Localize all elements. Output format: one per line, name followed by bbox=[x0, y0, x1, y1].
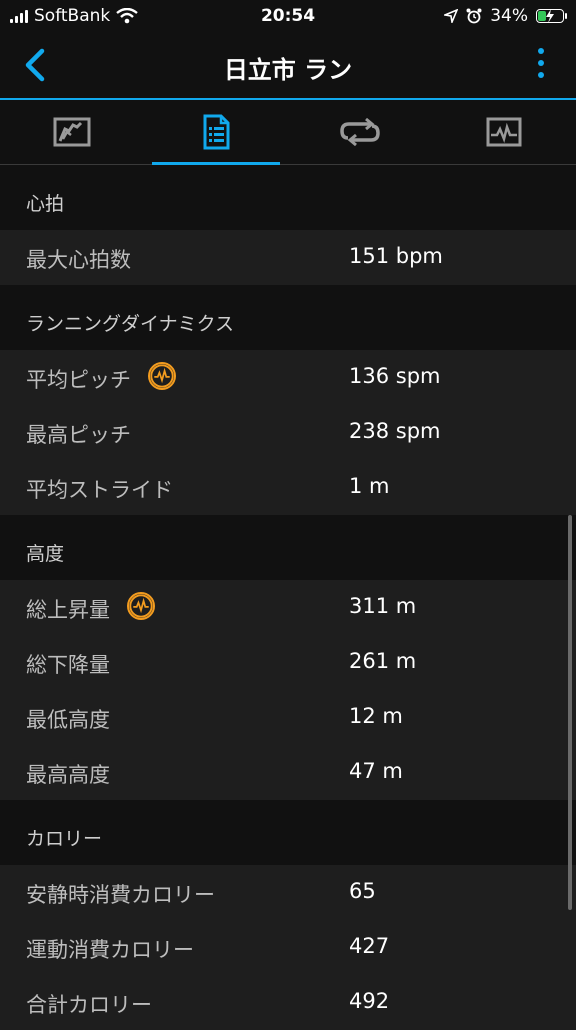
document-list-icon bbox=[203, 114, 230, 150]
row-value: 492 bbox=[349, 989, 390, 1013]
list-item: 運動消費カロリー 427 bbox=[0, 920, 576, 975]
list-item: 最高高度 47 m bbox=[0, 745, 576, 800]
row-label: 最低高度 bbox=[26, 708, 110, 732]
list-item: 最低高度 12 m bbox=[0, 690, 576, 745]
location-arrow-icon bbox=[444, 9, 459, 23]
chart-icon bbox=[486, 117, 522, 147]
tab-details[interactable] bbox=[144, 100, 288, 165]
tab-bar bbox=[0, 100, 576, 165]
row-value: 65 bbox=[349, 879, 376, 903]
battery-icon bbox=[536, 9, 567, 23]
list-item: 最大心拍数 151 bpm bbox=[0, 230, 576, 285]
list-item: 最高ピッチ 238 spm bbox=[0, 405, 576, 460]
row-value: 238 spm bbox=[349, 419, 441, 443]
row-label: 平均ピッチ bbox=[26, 368, 131, 392]
row-label: 最高ピッチ bbox=[26, 423, 131, 447]
row-label: 総下降量 bbox=[26, 653, 110, 677]
section-calories-title: カロリー bbox=[0, 800, 576, 865]
row-label: 最高高度 bbox=[26, 763, 110, 787]
section-elevation-title: 高度 bbox=[0, 515, 576, 580]
row-label: 総上昇量 bbox=[26, 598, 110, 622]
list-item: 平均ピッチ 136 spm bbox=[0, 350, 576, 405]
list-item: 平均ストライド 1 m bbox=[0, 460, 576, 515]
list-item: 安静時消費カロリー 65 bbox=[0, 865, 576, 920]
tab-map[interactable] bbox=[0, 100, 144, 164]
row-value: 12 m bbox=[349, 704, 403, 728]
charging-bolt-icon bbox=[546, 9, 554, 23]
page-title: 日立市 ラン bbox=[223, 56, 353, 84]
alarm-icon bbox=[466, 8, 482, 24]
battery-percent: 34% bbox=[490, 6, 528, 26]
row-label: 安静時消費カロリー bbox=[26, 883, 215, 907]
row-value: 427 bbox=[349, 934, 390, 958]
row-value: 151 bpm bbox=[349, 244, 443, 268]
activity-pulse-icon[interactable] bbox=[127, 592, 155, 620]
list-item: 総下降量 261 m bbox=[0, 635, 576, 690]
row-value: 1 m bbox=[349, 474, 390, 498]
scrollbar[interactable] bbox=[568, 515, 572, 910]
status-bar: SoftBank 20:54 34% bbox=[0, 0, 576, 34]
row-label: 最大心拍数 bbox=[26, 248, 131, 272]
list-item: 総上昇量 311 m bbox=[0, 580, 576, 635]
tab-charts[interactable] bbox=[432, 100, 576, 164]
tab-laps[interactable] bbox=[288, 100, 432, 164]
row-value: 311 m bbox=[349, 594, 417, 618]
navigation-bar: 日立市 ラン bbox=[0, 34, 576, 100]
laps-loop-icon bbox=[340, 118, 380, 146]
more-menu-icon[interactable] bbox=[536, 48, 546, 82]
map-icon bbox=[53, 117, 91, 147]
row-label: 合計カロリー bbox=[26, 993, 152, 1017]
row-value: 136 spm bbox=[349, 364, 441, 388]
details-list: 心拍 最大心拍数 151 bpm ランニングダイナミクス 平均ピッチ 136 s… bbox=[0, 165, 576, 1030]
section-dynamics-title: ランニングダイナミクス bbox=[0, 285, 576, 350]
row-label: 平均ストライド bbox=[26, 478, 173, 502]
list-item: 合計カロリー 492 bbox=[0, 975, 576, 1030]
status-right: 34% bbox=[444, 6, 567, 26]
activity-pulse-icon[interactable] bbox=[148, 362, 176, 390]
section-heart-title: 心拍 bbox=[0, 165, 576, 230]
row-label: 運動消費カロリー bbox=[26, 938, 194, 962]
row-value: 47 m bbox=[349, 759, 403, 783]
row-value: 261 m bbox=[349, 649, 417, 673]
